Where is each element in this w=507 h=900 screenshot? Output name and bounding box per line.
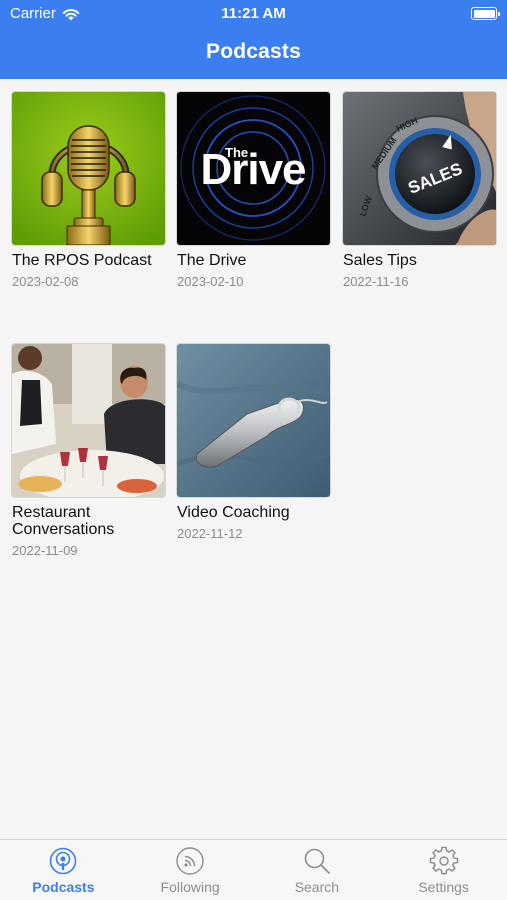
header-bar: Carrier 11:21 AM Podcasts xyxy=(0,0,507,79)
podcast-card-video-coaching[interactable]: Video Coaching 2022-11-12 xyxy=(177,344,330,541)
gear-icon xyxy=(429,846,458,875)
podcast-title: Sales Tips xyxy=(343,252,417,269)
podcast-date: 2023-02-10 xyxy=(177,274,244,289)
drive-big-text: Drive xyxy=(200,145,305,194)
tab-bar: Podcasts Following Search Settings xyxy=(0,839,507,900)
tab-search[interactable]: Search xyxy=(254,840,381,900)
tab-settings[interactable]: Settings xyxy=(380,840,507,900)
microphone-artwork xyxy=(12,92,165,245)
tab-following[interactable]: Following xyxy=(127,840,254,900)
page-title: Podcasts xyxy=(206,40,301,63)
podcast-artwork: The Drive xyxy=(177,92,330,245)
podcast-date: 2023-02-08 xyxy=(12,274,79,289)
restaurant-photo-artwork xyxy=(12,344,165,497)
podcast-title: The Drive xyxy=(177,252,247,269)
tab-label: Following xyxy=(160,879,220,895)
podcast-title: The RPOS Podcast xyxy=(12,252,152,269)
sales-knob-artwork: SALES LOW MEDIUM HIGH xyxy=(343,92,496,245)
battery-icon xyxy=(471,7,500,20)
tab-podcasts[interactable]: Podcasts xyxy=(0,840,127,900)
podcast-date: 2022-11-09 xyxy=(12,543,78,558)
tab-label: Search xyxy=(294,879,340,895)
podcast-date: 2022-11-12 xyxy=(177,526,243,541)
podcast-artwork xyxy=(12,92,165,245)
podcast-icon xyxy=(50,847,77,875)
podcast-artwork xyxy=(177,344,330,497)
status-bar: Carrier 11:21 AM xyxy=(0,0,507,28)
podcast-artwork: SALES LOW MEDIUM HIGH xyxy=(343,92,496,245)
podcast-title: Video Coaching xyxy=(177,504,290,521)
podcast-card-sales-tips[interactable]: SALES LOW MEDIUM HIGH Sales Tips 2022-11… xyxy=(343,92,496,289)
podcast-date: 2022-11-16 xyxy=(343,274,409,289)
feed-icon xyxy=(176,847,204,875)
podcast-artwork xyxy=(12,344,165,497)
tab-label: Podcasts xyxy=(32,879,95,895)
podcast-title: Restaurant Conversations xyxy=(12,504,115,538)
whistle-artwork xyxy=(177,344,330,497)
drive-logo-artwork: The Drive xyxy=(177,92,330,245)
tab-label: Settings xyxy=(418,879,469,895)
search-icon xyxy=(304,848,330,874)
status-time: 11:21 AM xyxy=(221,5,286,22)
podcast-card-restaurant-conversations[interactable]: Restaurant Conversations 2022-11-09 xyxy=(12,344,165,558)
podcast-card-the-drive[interactable]: The Drive The Drive 2023-02-10 xyxy=(177,92,330,289)
podcast-card-rpos[interactable]: The RPOS Podcast 2023-02-08 xyxy=(12,92,165,289)
